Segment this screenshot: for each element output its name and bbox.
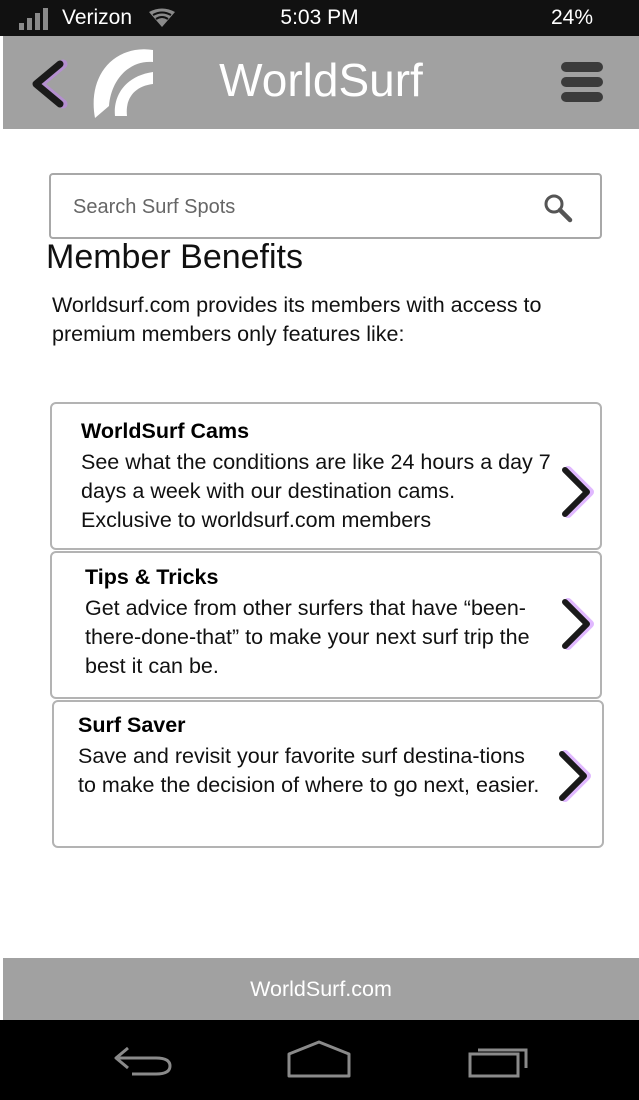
back-arrow-icon[interactable] [108, 1040, 178, 1080]
card-description: Get advice from other surfers that have … [85, 596, 530, 678]
search-input[interactable] [73, 190, 523, 224]
card-description: Save and revisit your favorite surf dest… [78, 744, 540, 797]
chevron-right-icon [562, 466, 594, 518]
home-icon[interactable] [284, 1040, 354, 1080]
benefit-card-worldsurf-cams[interactable]: WorldSurf Cams See what the conditions a… [50, 402, 602, 550]
chevron-right-icon [562, 598, 594, 650]
app-title: WorldSurf [219, 54, 423, 106]
card-title: Surf Saver [78, 713, 186, 737]
footer-link[interactable]: WorldSurf.com [3, 958, 639, 1020]
card-title: Tips & Tricks [85, 565, 219, 589]
search-icon[interactable] [543, 193, 573, 223]
chevron-right-icon [559, 750, 591, 802]
recent-apps-icon[interactable] [464, 1040, 534, 1080]
benefit-card-surf-saver[interactable]: Surf Saver Save and revisit your favorit… [52, 700, 604, 848]
intro-text: Worldsurf.com provides its members with … [52, 293, 542, 346]
status-bar: Verizon 5:03 PM 24% [0, 0, 639, 36]
card-description: See what the conditions are like 24 hour… [81, 450, 551, 532]
section-title: Member Benefits [46, 238, 303, 276]
app-header: WorldSurf [3, 36, 639, 129]
card-title: WorldSurf Cams [81, 419, 250, 443]
clock: 5:03 PM [280, 6, 359, 29]
search-bar [49, 173, 602, 239]
menu-button[interactable] [558, 58, 606, 106]
system-nav-bar [0, 1020, 639, 1100]
benefit-card-tips-and-tricks[interactable]: Tips & Tricks Get advice from other surf… [50, 551, 602, 699]
battery-level: 24% [550, 6, 593, 29]
